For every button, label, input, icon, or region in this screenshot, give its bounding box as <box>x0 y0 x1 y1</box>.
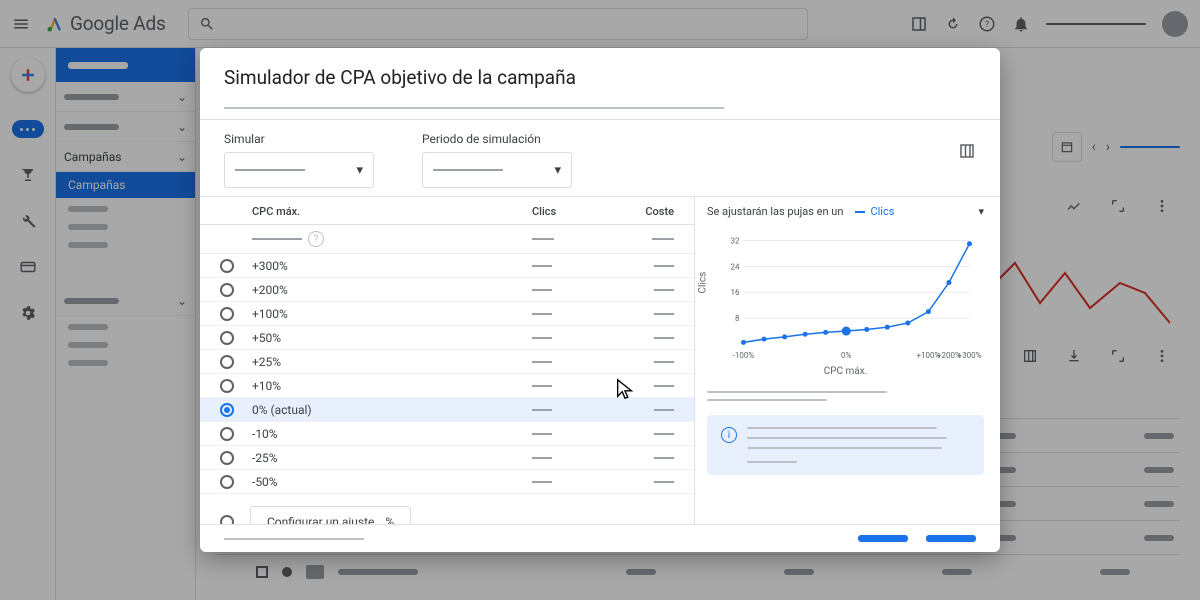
help-icon[interactable]: ? <box>308 231 324 247</box>
radio[interactable] <box>220 331 234 345</box>
col-cost: Coste <box>622 205 674 218</box>
footer-primary-button[interactable] <box>926 535 976 542</box>
svg-text:24: 24 <box>731 262 740 271</box>
simulator-row[interactable]: +50% <box>200 326 694 350</box>
period-label: Periodo de simulación <box>422 132 572 146</box>
chevron-down-icon[interactable]: ▾ <box>978 205 984 218</box>
custom-adjust-row: Configurar un ajuste… % <box>200 494 694 524</box>
columns-icon[interactable] <box>958 142 976 160</box>
modal-footer <box>200 524 1000 552</box>
radio[interactable] <box>220 379 234 393</box>
adjust-text: Se ajustarán las pujas en un <box>707 205 843 218</box>
simulator-modal: Simulador de CPA objetivo de la campaña … <box>200 48 1000 552</box>
simulator-row[interactable]: -10% <box>200 422 694 446</box>
simulate-control: Simular ▾ <box>224 132 374 188</box>
col-clicks: Clics <box>532 205 622 218</box>
period-control: Periodo de simulación ▾ <box>422 132 572 188</box>
simulate-select[interactable]: ▾ <box>224 152 374 188</box>
simulator-row[interactable]: +300% <box>200 254 694 278</box>
info-icon: i <box>721 427 737 443</box>
simulator-row[interactable]: +10% <box>200 374 694 398</box>
radio[interactable] <box>220 403 234 417</box>
radio[interactable] <box>220 451 234 465</box>
period-select[interactable]: ▾ <box>422 152 572 188</box>
simulator-row[interactable]: +25% <box>200 350 694 374</box>
col-cpc: CPC máx. <box>252 205 532 218</box>
simulator-table: CPC máx. Clics Coste ? +300%+200%+100%+5… <box>200 197 695 524</box>
radio[interactable] <box>220 427 234 441</box>
radio[interactable] <box>220 475 234 489</box>
radio[interactable] <box>220 283 234 297</box>
svg-text:16: 16 <box>731 288 740 297</box>
simulator-row[interactable]: +200% <box>200 278 694 302</box>
simulator-chart: Clics 8162432-100%0%+100%+200%+300% <box>707 228 984 368</box>
svg-text:8: 8 <box>735 314 740 323</box>
simulator-row[interactable]: -50% <box>200 470 694 494</box>
simulator-row[interactable]: +100% <box>200 302 694 326</box>
chart-ylabel: Clics <box>698 272 709 294</box>
info-box: i <box>707 415 984 475</box>
radio[interactable] <box>220 355 234 369</box>
radio[interactable] <box>220 259 234 273</box>
svg-text:+300%: +300% <box>958 351 982 360</box>
footer-secondary-button[interactable] <box>858 535 908 542</box>
radio[interactable] <box>220 307 234 321</box>
custom-adjust-button[interactable]: Configurar un ajuste… % <box>250 506 411 524</box>
metric-select[interactable]: Clics <box>855 205 894 218</box>
simulator-row[interactable]: -25% <box>200 446 694 470</box>
modal-title: Simulador de CPA objetivo de la campaña <box>224 66 976 89</box>
svg-text:32: 32 <box>731 236 740 245</box>
svg-text:0%: 0% <box>841 351 851 360</box>
simulator-row[interactable]: 0% (actual) <box>200 398 694 422</box>
modal-header: Simulador de CPA objetivo de la campaña <box>200 48 1000 120</box>
simulate-label: Simular <box>224 132 374 146</box>
radio[interactable] <box>220 515 234 524</box>
simulator-chart-panel: Se ajustarán las pujas en un Clics ▾ Cli… <box>695 197 1000 524</box>
svg-text:-100%: -100% <box>733 351 755 360</box>
